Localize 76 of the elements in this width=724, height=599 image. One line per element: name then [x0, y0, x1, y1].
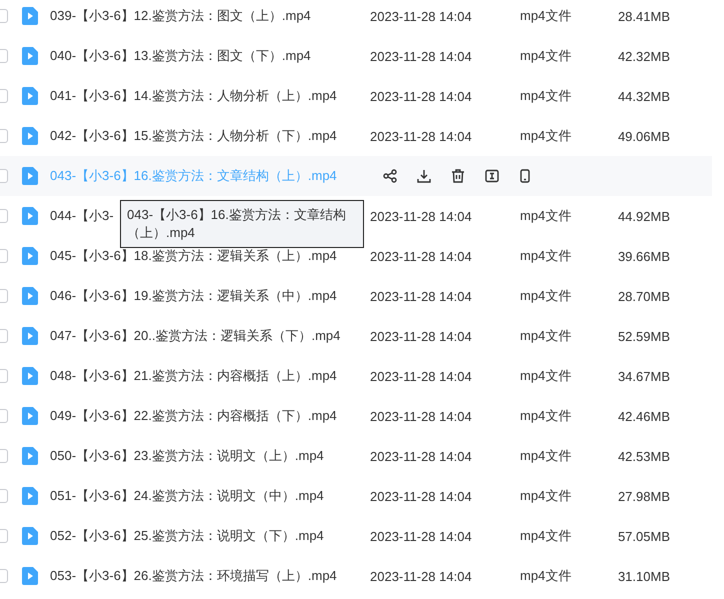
- file-size: 34.67MB: [616, 368, 670, 384]
- modified-date: 2023-11-28 14:04: [370, 88, 473, 104]
- file-type: mp4文件: [520, 207, 572, 225]
- rename-icon[interactable]: [485, 169, 499, 183]
- video-file-icon: [22, 407, 38, 425]
- video-file-icon: [22, 87, 38, 105]
- file-type: mp4文件: [520, 287, 572, 305]
- video-file-icon: [22, 487, 38, 505]
- file-size: 44.32MB: [616, 88, 670, 104]
- file-size: 28.70MB: [616, 288, 670, 304]
- video-file-icon: [22, 7, 38, 25]
- video-file-icon: [22, 447, 38, 465]
- file-name[interactable]: 039-【小3-6】12.鉴赏方法：图文（上）.mp4: [50, 7, 370, 25]
- video-file-icon: [22, 47, 38, 65]
- file-name[interactable]: 042-【小3-6】15.鉴赏方法：人物分析（下）.mp4: [50, 127, 370, 145]
- video-file-icon: [22, 567, 38, 585]
- file-size: 42.46MB: [616, 408, 670, 424]
- modified-date: 2023-11-28 14:04: [370, 528, 473, 544]
- file-name[interactable]: 052-【小3-6】25.鉴赏方法：说明文（下）.mp4: [50, 527, 370, 545]
- modified-date: 2023-11-28 14:04: [370, 368, 473, 384]
- file-type: mp4文件: [520, 7, 572, 25]
- file-name[interactable]: 040-【小3-6】13.鉴赏方法：图文（下）.mp4: [50, 47, 370, 65]
- modified-date: 2023-11-28 14:04: [370, 448, 473, 464]
- trash-icon[interactable]: [451, 169, 465, 183]
- phone-icon[interactable]: [519, 169, 531, 183]
- file-size: 42.53MB: [616, 448, 670, 464]
- file-type: mp4文件: [520, 447, 572, 465]
- file-name[interactable]: 051-【小3-6】24.鉴赏方法：说明文（中）.mp4: [50, 487, 370, 505]
- file-type: mp4文件: [520, 487, 572, 505]
- video-file-icon: [22, 207, 38, 225]
- file-name[interactable]: 045-【小3-6】18.鉴赏方法：逻辑关系（上）.mp4: [50, 247, 370, 265]
- file-name[interactable]: 041-【小3-6】14.鉴赏方法：人物分析（上）.mp4: [50, 87, 370, 105]
- file-size: 39.66MB: [616, 248, 670, 264]
- video-file-icon: [22, 367, 38, 385]
- video-file-icon: [22, 527, 38, 545]
- file-name[interactable]: 053-【小3-6】26.鉴赏方法：环境描写（上）.mp4: [50, 567, 370, 585]
- file-size: 27.98MB: [616, 488, 670, 504]
- modified-date: 2023-11-28 14:04: [370, 248, 473, 264]
- file-size: 28.41MB: [616, 8, 670, 24]
- modified-date: 2023-11-28 14:04: [370, 488, 473, 504]
- file-name[interactable]: 050-【小3-6】23.鉴赏方法：说明文（上）.mp4: [50, 447, 370, 465]
- file-type: mp4文件: [520, 527, 572, 545]
- video-file-icon: [22, 287, 38, 305]
- modified-date: 2023-11-28 14:04: [370, 128, 473, 144]
- file-type: mp4文件: [520, 367, 572, 385]
- modified-date: 2023-11-28 14:04: [370, 568, 473, 584]
- file-size: 42.32MB: [616, 48, 670, 64]
- file-name[interactable]: 046-【小3-6】19.鉴赏方法：逻辑关系（中）.mp4: [50, 287, 370, 305]
- file-type: mp4文件: [520, 87, 572, 105]
- file-type: mp4文件: [520, 47, 572, 65]
- share-icon[interactable]: [383, 169, 397, 183]
- video-file-icon: [22, 247, 38, 265]
- video-file-icon: [22, 127, 38, 145]
- modified-date: 2023-11-28 14:04: [370, 288, 473, 304]
- file-name[interactable]: 049-【小3-6】22.鉴赏方法：内容概括（下）.mp4: [50, 407, 370, 425]
- file-type: mp4文件: [520, 247, 572, 265]
- file-type: mp4文件: [520, 127, 572, 145]
- file-name[interactable]: 047-【小3-6】20..鉴赏方法：逻辑关系（下）.mp4: [50, 327, 370, 345]
- file-size: 49.06MB: [616, 128, 670, 144]
- file-size: 44.92MB: [616, 208, 670, 224]
- download-icon[interactable]: [417, 169, 431, 183]
- file-type: mp4文件: [520, 327, 572, 345]
- file-type: mp4文件: [520, 407, 572, 425]
- modified-date: 2023-11-28 14:04: [370, 8, 473, 24]
- modified-date: 2023-11-28 14:04: [370, 328, 473, 344]
- tooltip: 043-【小3-6】16.鉴赏方法：文章结构（上）.mp4: [120, 200, 364, 248]
- file-size: 52.59MB: [616, 328, 670, 344]
- video-file-icon: [22, 167, 38, 185]
- file-size: 31.10MB: [616, 568, 670, 584]
- modified-date: 2023-11-28 14:04: [370, 208, 473, 224]
- file-size: 57.05MB: [616, 528, 670, 544]
- file-name[interactable]: 048-【小3-6】21.鉴赏方法：内容概括（上）.mp4: [50, 367, 370, 385]
- video-file-icon: [22, 327, 38, 345]
- modified-date: 2023-11-28 14:04: [370, 408, 473, 424]
- modified-date: 2023-11-28 14:04: [370, 48, 473, 64]
- file-type: mp4文件: [520, 567, 572, 585]
